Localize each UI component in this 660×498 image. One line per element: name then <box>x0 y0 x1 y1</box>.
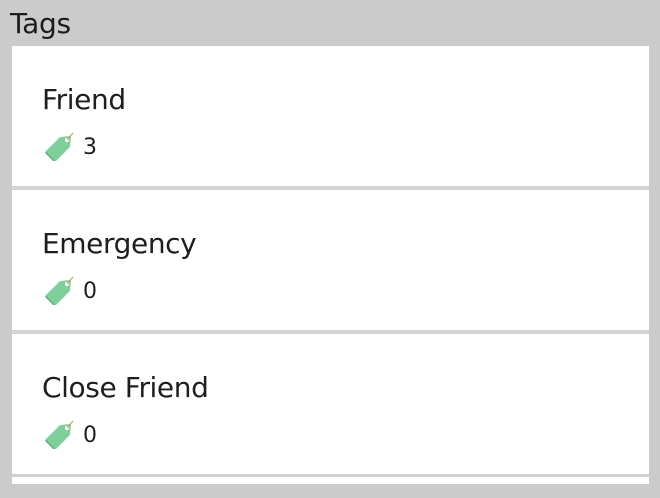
tag-count: 3 <box>83 135 97 160</box>
tag-list: Friend 3 Emergency 0 Close Friend 0 <box>12 46 649 484</box>
tags-panel: Tags Friend 3 Emergency 0 Close Friend 0 <box>0 0 660 498</box>
list-item-tag-friend[interactable]: Friend 3 <box>12 46 649 186</box>
tag-count: 0 <box>83 279 97 304</box>
list-item-tag-emergency[interactable]: Emergency 0 <box>12 190 649 330</box>
tag-icon <box>45 420 74 449</box>
tag-name: Close Friend <box>42 371 209 404</box>
tag-meta: 0 <box>42 420 97 452</box>
tag-name: Friend <box>42 83 126 116</box>
tag-icon <box>45 132 74 161</box>
tag-name: Emergency <box>42 227 197 260</box>
panel-title: Tags <box>10 7 71 40</box>
list-divider <box>12 186 649 190</box>
tag-icon <box>45 276 74 305</box>
list-divider <box>12 474 649 477</box>
list-divider <box>12 330 649 334</box>
tag-meta: 3 <box>42 132 97 164</box>
tag-count: 0 <box>83 423 97 448</box>
tag-meta: 0 <box>42 276 97 308</box>
list-item-tag-close-friend[interactable]: Close Friend 0 <box>12 334 649 474</box>
